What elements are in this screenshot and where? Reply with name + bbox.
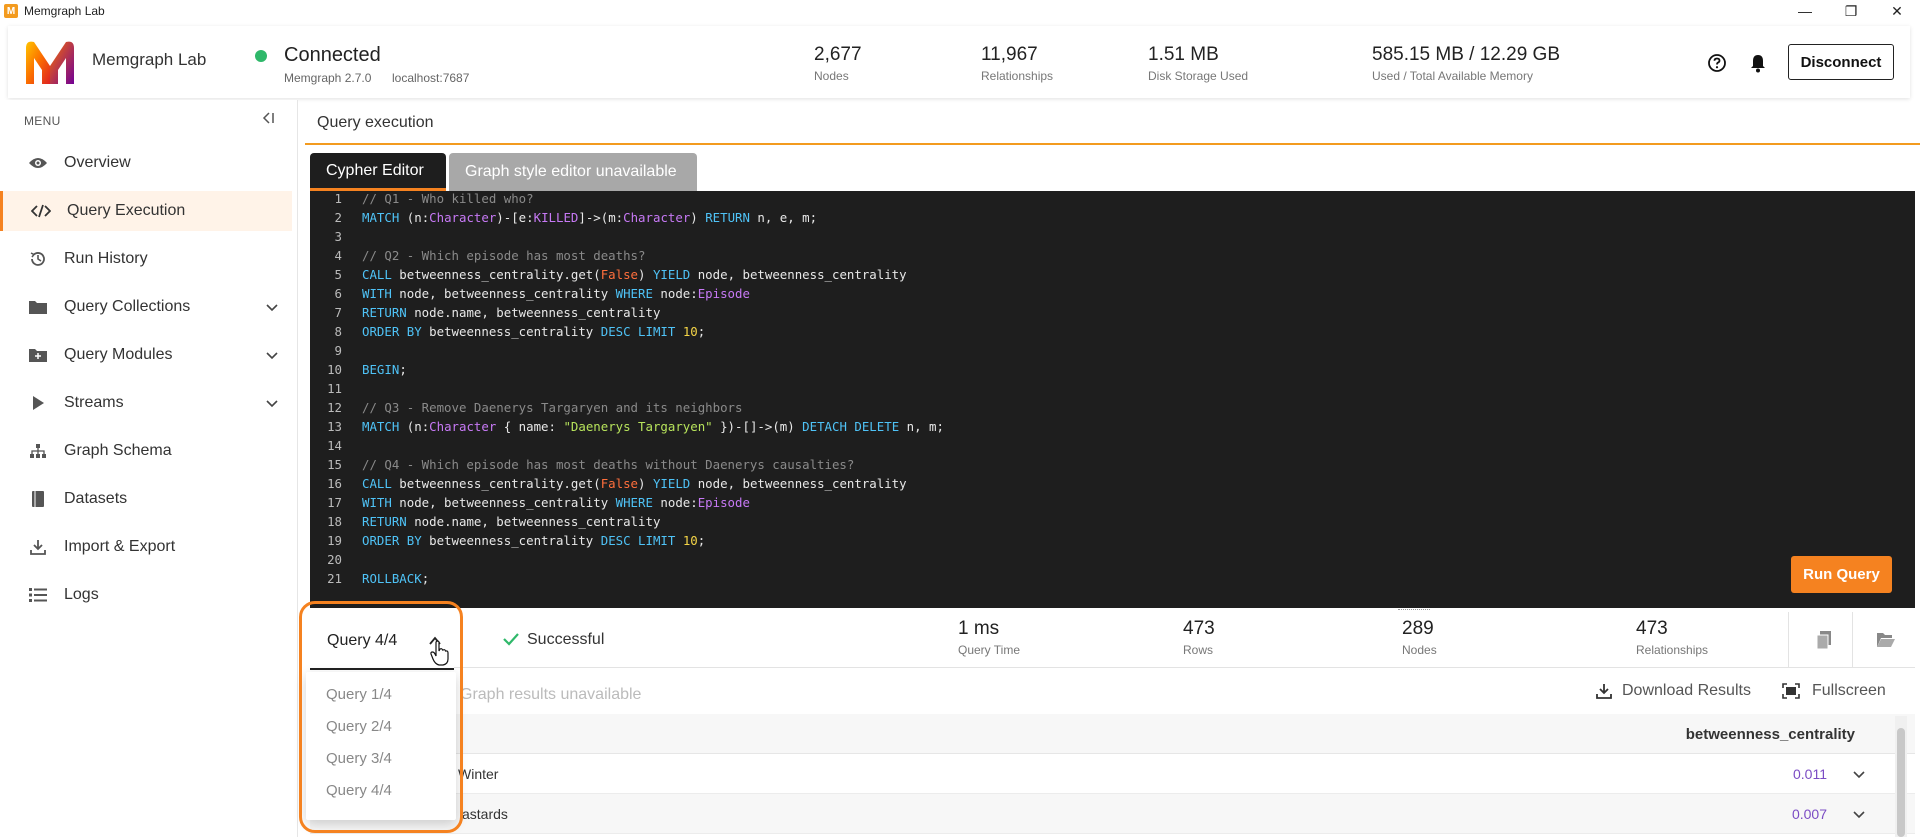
window-title: Memgraph Lab [24,4,105,18]
restore-icon[interactable]: ❐ [1828,0,1874,22]
app-header: Memgraph Lab Connected Memgraph 2.7.0 lo… [8,26,1910,98]
menu-label: MENU [24,114,61,128]
fullscreen-icon [1782,683,1800,699]
summary-relationships: 473 Relationships [1636,618,1709,657]
cypher-editor[interactable]: 1// Q1 - Who killed who? 2 MATCH (n:Chara… [310,191,1915,608]
stat-nodes: 2,677 Nodes [814,44,862,83]
results-scrollbar[interactable] [1895,716,1907,837]
close-icon[interactable]: ✕ [1874,0,1920,22]
tab-cypher-editor[interactable]: Cypher Editor [310,153,446,191]
table-row[interactable]: Winter 0.011 [310,754,1915,794]
download-results-button[interactable]: Download Results [1596,682,1751,700]
play-icon [28,393,48,413]
dataset-icon [28,489,48,509]
history-icon [28,249,48,269]
query-option-1[interactable]: Query 1/4 [326,686,392,703]
sidebar-item-run-history[interactable]: Run History [0,239,292,279]
main-panel: Query execution Cypher Editor Graph styl… [305,100,1920,837]
app-name: Memgraph Lab [92,50,207,69]
query-option-2[interactable]: Query 2/4 [326,718,392,735]
stat-disk-storage: 1.51 MB Disk Storage Used [1148,44,1249,83]
query-select-menu: Query 1/4 Query 2/4 Query 3/4 Query 4/4 [306,672,456,820]
title-divider [305,143,1920,145]
query-status: Successful [527,631,605,648]
bell-icon[interactable] [1747,52,1769,74]
query-option-3[interactable]: Query 3/4 [326,750,392,767]
run-query-button[interactable]: Run Query [1791,556,1892,593]
download-icon [28,537,48,557]
results-toolbar: Graph results unavailable Download Resul… [310,670,1915,712]
sidebar-item-import-export[interactable]: Import & Export [0,527,292,567]
code-icon [31,201,51,221]
connection-status: Connected [284,44,381,66]
connected-status-dot [255,50,267,62]
download-icon [1596,684,1612,699]
chevron-down-icon[interactable] [1851,766,1867,782]
sidebar-item-logs[interactable]: Logs [0,575,292,615]
schema-icon [28,441,48,461]
fullscreen-button[interactable]: Fullscreen [1782,682,1886,700]
sidebar: MENU Overview Query Execution Run Histor… [0,100,298,837]
chevron-down-icon [266,400,278,408]
sidebar-item-overview[interactable]: Overview [0,143,292,183]
check-icon [503,633,519,646]
query-summary-bar: Successful 1 ms Query Time 473 Rows 289 … [310,612,1915,668]
stat-relationships: 11,967 Relationships [981,44,1054,83]
help-icon[interactable] [1706,52,1728,74]
sidebar-item-query-collections[interactable]: Query Collections [0,287,292,327]
chevron-down-icon [266,304,278,312]
folder-icon [28,297,48,317]
list-icon [28,585,48,605]
module-folder-icon [28,345,48,365]
hand-cursor-icon [430,640,449,666]
memgraph-logo-icon [26,41,74,84]
sidebar-item-graph-schema[interactable]: Graph Schema [0,431,292,471]
open-folder-icon[interactable] [1876,630,1896,650]
window-titlebar: M Memgraph Lab — ❐ ✕ [0,0,1920,22]
collapse-sidebar-icon[interactable] [260,110,276,126]
connection-host: localhost:7687 [392,71,470,85]
summary-divider [1788,612,1789,668]
chevron-down-icon [266,352,278,360]
sidebar-item-datasets[interactable]: Datasets [0,479,292,519]
summary-nodes: 289 Nodes [1402,618,1437,657]
table-header: betweenness_centrality [310,714,1915,754]
page-title: Query execution [317,114,434,131]
summary-divider [1852,612,1853,668]
query-option-4[interactable]: Query 4/4 [326,782,392,799]
sidebar-item-query-modules[interactable]: Query Modules [0,335,292,375]
table-row[interactable]: astards 0.007 [310,794,1915,834]
memgraph-small-logo-icon: M [4,4,18,18]
graph-results-unavailable: Graph results unavailable [460,686,642,703]
stat-memory: 585.15 MB / 12.29 GB Used / Total Availa… [1372,44,1561,83]
sidebar-item-streams[interactable]: Streams [0,383,292,423]
minimize-icon[interactable]: — [1782,0,1828,22]
sidebar-item-query-execution[interactable]: Query Execution [0,191,292,231]
chevron-down-icon[interactable] [1851,806,1867,822]
column-header[interactable]: betweenness_centrality [1686,726,1855,743]
copy-icon[interactable] [1815,630,1833,650]
summary-query-time: 1 ms Query Time [958,618,1021,657]
tab-graph-style-editor: Graph style editor unavailable [449,153,697,191]
summary-rows: 473 Rows [1183,618,1215,657]
disconnect-button[interactable]: Disconnect [1788,44,1894,80]
scrollbar-thumb[interactable] [1897,728,1905,837]
memgraph-version: Memgraph 2.7.0 [284,71,372,85]
window-controls: — ❐ ✕ [1782,0,1920,22]
eye-icon [28,153,48,173]
